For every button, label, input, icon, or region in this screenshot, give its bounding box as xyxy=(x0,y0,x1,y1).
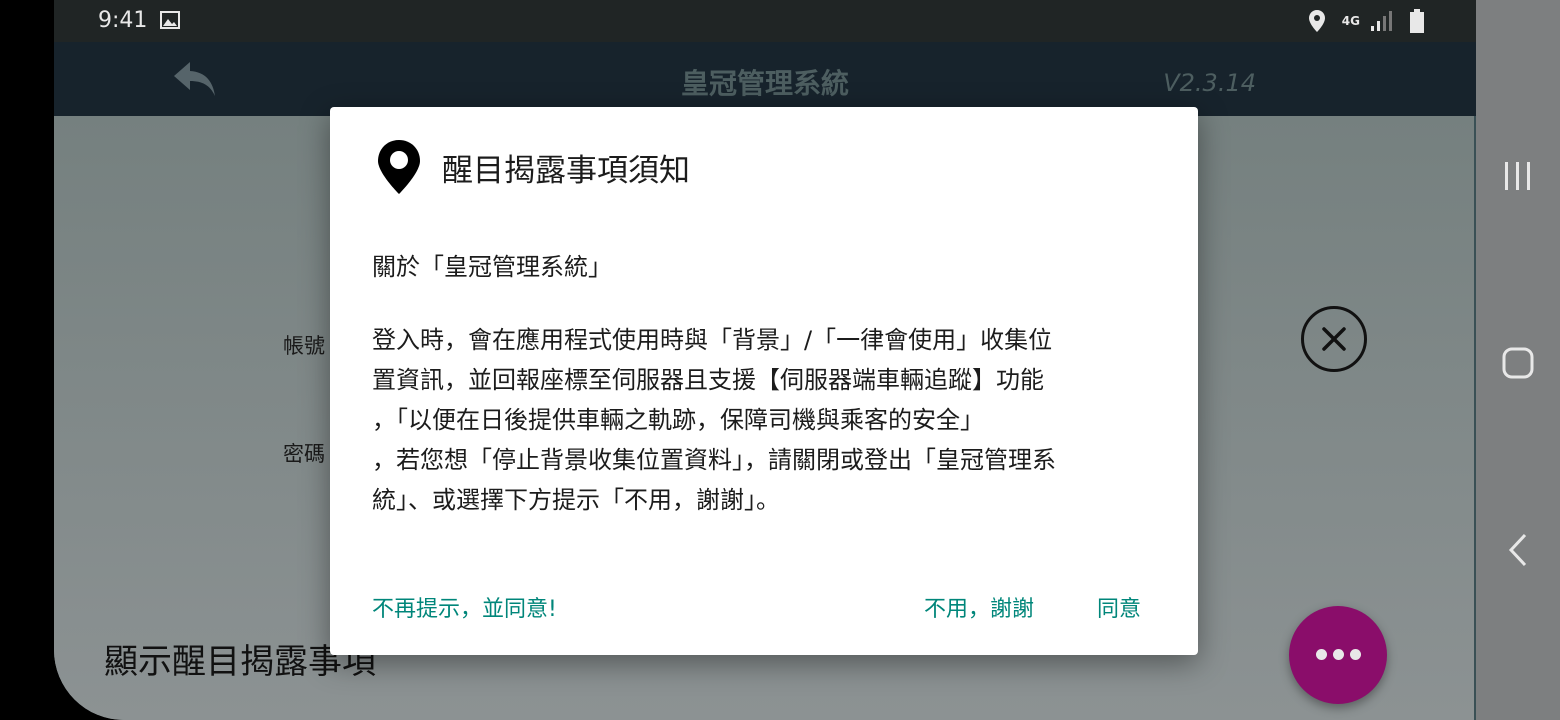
close-icon xyxy=(1322,327,1346,351)
image-icon xyxy=(160,11,180,29)
no-thanks-button[interactable]: 不用，謝謝 xyxy=(924,591,1034,623)
dialog-body-line: ，「以便在日後提供車輛之軌跡，保障司機與乘客的安全」 xyxy=(372,406,984,434)
system-nav-bar xyxy=(1476,0,1560,720)
dialog-body-line: 置資訊，並回報座標至伺服器且支援【伺服器端車輛追蹤】功能 xyxy=(372,366,1044,394)
dialog-body-heading: 關於「皇冠管理系統」 xyxy=(372,253,612,281)
recents-icon[interactable] xyxy=(1503,160,1533,192)
location-icon xyxy=(1308,10,1325,32)
battery-icon xyxy=(1410,9,1424,33)
status-bar: 9:41 4G xyxy=(54,0,1476,42)
dont-show-again-button[interactable]: 不再提示，並同意! xyxy=(372,591,557,623)
close-button[interactable] xyxy=(1301,306,1367,372)
app-title: 皇冠管理系統 xyxy=(680,67,849,100)
dialog-body-line: 登入時，會在應用程式使用時與「背景」/「一律會使用」收集位 xyxy=(372,326,1053,354)
agree-button[interactable]: 同意 xyxy=(1097,591,1141,623)
dialog-title: 醒目揭露事項須知 xyxy=(442,153,690,189)
more-dots-icon xyxy=(1316,649,1361,660)
back-chevron-icon[interactable] xyxy=(1507,532,1529,568)
map-pin-icon xyxy=(378,140,420,194)
disclosure-dialog: 醒目揭露事項須知 關於「皇冠管理系統」 登入時，會在應用程式使用時與「背景」/「… xyxy=(330,107,1198,655)
network-type: 4G xyxy=(1341,14,1360,28)
app-version: V2.3.14 xyxy=(1163,69,1256,97)
dialog-body-line: ，若您想「停止背景收集位置資料」，請關閉或登出「皇冠管理系 xyxy=(372,446,1056,474)
dialog-body: 關於「皇冠管理系統」 登入時，會在應用程式使用時與「背景」/「一律會使用」收集位… xyxy=(372,247,1172,567)
signal-icon xyxy=(1371,11,1392,31)
password-label: 密碼 xyxy=(283,442,325,466)
more-fab-button[interactable] xyxy=(1289,606,1387,704)
dialog-body-line: 統」、或選擇下方提示「不用，謝謝」。 xyxy=(372,486,780,514)
home-icon[interactable] xyxy=(1501,346,1535,380)
status-time: 9:41 xyxy=(98,8,148,33)
account-label: 帳號 xyxy=(283,334,325,358)
app-bar: 皇冠管理系統 V2.3.14 xyxy=(54,42,1476,116)
